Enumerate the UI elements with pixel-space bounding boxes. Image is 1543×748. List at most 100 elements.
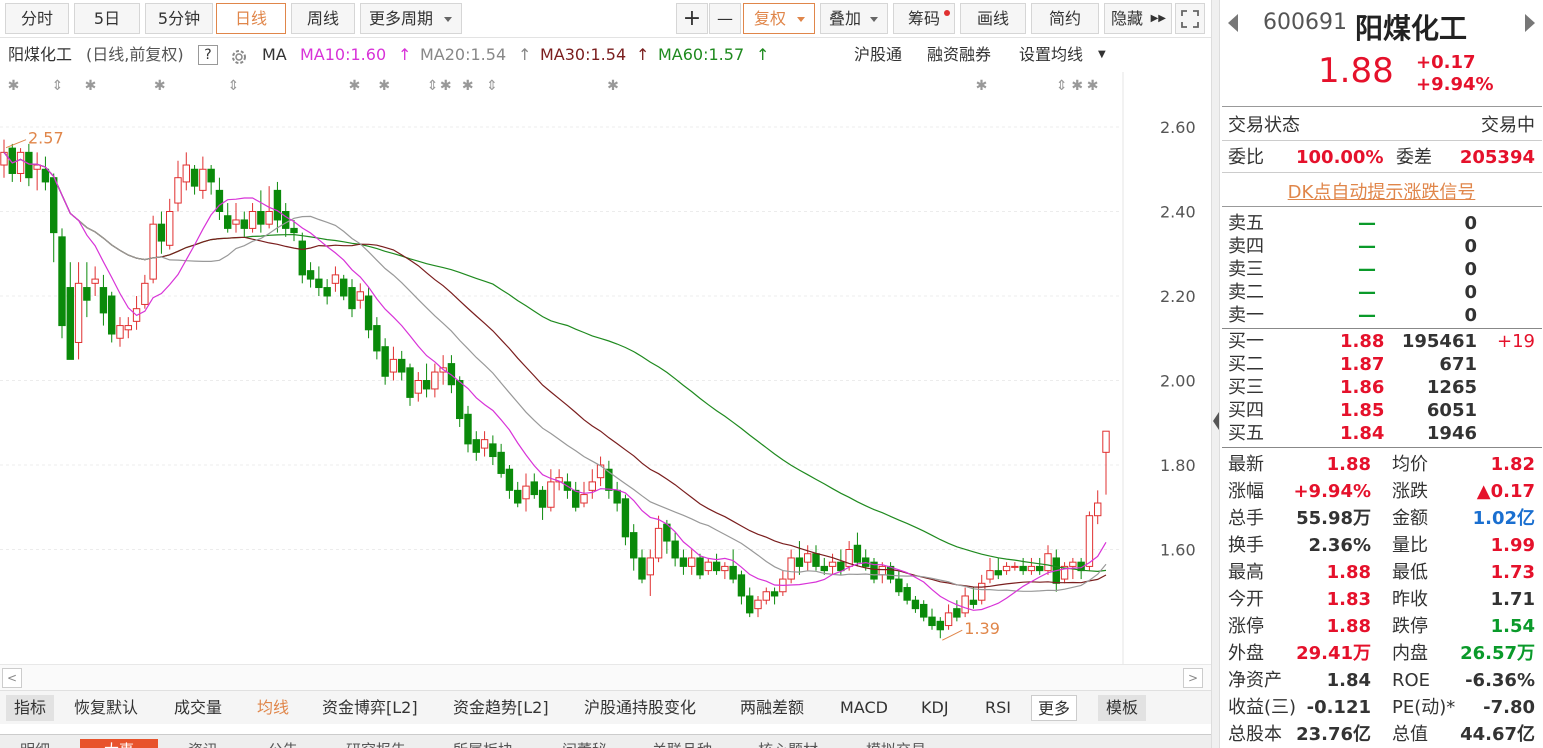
indicator-fund-game[interactable]: 资金博弈[L2] bbox=[322, 695, 418, 721]
bid-price: 1.87 bbox=[1340, 354, 1385, 375]
prev-stock-icon[interactable] bbox=[1228, 14, 1238, 32]
weicha-value: 205394 bbox=[1459, 147, 1535, 168]
kline-svg: 2.602.402.202.001.801.602.571.39✱ ⇕ ✱ ✱ ⇕ ✱ ✱ ⇕… bbox=[0, 72, 1196, 664]
bottom-tab-simulated[interactable]: 模拟交易 bbox=[866, 739, 926, 748]
hide-button[interactable]: 隐藏 ▶▶ bbox=[1104, 3, 1172, 34]
collapse-arrow-icon[interactable] bbox=[1213, 412, 1219, 430]
indicator-margin-diff[interactable]: 两融差额 bbox=[740, 695, 804, 721]
candle-body bbox=[25, 151, 33, 179]
draw-line-button[interactable]: 画线 bbox=[960, 3, 1026, 34]
kline-chart[interactable]: 2.60 2.40 2.20 2.00 1.80 1.60 2.57 1.39 ✱ ⇕ ✱ ✱ ⇕ ✱ ✱ ⇕… bbox=[0, 72, 1211, 664]
bottom-tab-news[interactable]: 资讯 bbox=[188, 739, 218, 748]
indicator-fund-trend[interactable]: 资金趋势[L2] bbox=[453, 695, 549, 721]
stat-value: 1.88 bbox=[1326, 616, 1371, 637]
chips-button[interactable]: 筹码 bbox=[893, 3, 955, 34]
ask-row[interactable]: 卖三 — 0 bbox=[1220, 258, 1543, 281]
price-change-pct: +9.94% bbox=[1416, 74, 1494, 95]
overlay-dropdown[interactable]: 叠加 bbox=[820, 3, 888, 34]
candle-body bbox=[944, 612, 953, 627]
candle-body bbox=[895, 578, 903, 593]
bid-price: 1.86 bbox=[1340, 377, 1385, 398]
bid-row[interactable]: 买三 1.86 1265 bbox=[1220, 376, 1543, 399]
candle-body bbox=[630, 532, 638, 559]
next-stock-icon[interactable] bbox=[1525, 14, 1535, 32]
hgt-link[interactable]: 沪股通 bbox=[854, 39, 902, 71]
bottom-tab-reports[interactable]: 研究报告 bbox=[346, 739, 406, 748]
bid-level-label: 买四 bbox=[1228, 400, 1264, 421]
scroll-left-icon[interactable]: < bbox=[2, 668, 22, 688]
zoom-in-button[interactable]: + bbox=[676, 3, 708, 34]
stat-value: 1.84 bbox=[1326, 670, 1371, 691]
ask-row[interactable]: 卖五 — 0 bbox=[1220, 212, 1543, 235]
ask-price: — bbox=[1358, 236, 1376, 257]
indicator-kdj[interactable]: KDJ bbox=[921, 695, 949, 721]
ma60-value: MA60:1.57 bbox=[658, 45, 745, 64]
more-periods-dropdown[interactable]: 更多周期 bbox=[360, 3, 462, 34]
indicator-volume[interactable]: 成交量 bbox=[174, 695, 222, 721]
candle-body bbox=[538, 489, 547, 508]
bottom-tab-events[interactable]: 大事 bbox=[80, 739, 159, 748]
event-marker-icon: ⇕ bbox=[1056, 78, 1068, 94]
candle-body bbox=[83, 287, 91, 301]
simple-mode-button[interactable]: 简约 bbox=[1031, 3, 1099, 34]
indicator-more[interactable]: 更多 bbox=[1031, 695, 1078, 721]
tab-fenshi[interactable]: 分时 bbox=[5, 3, 69, 34]
stat-label: 收益(三) bbox=[1228, 697, 1297, 718]
ask-row[interactable]: 卖一 — 0 bbox=[1220, 304, 1543, 327]
tab-5min[interactable]: 5分钟 bbox=[145, 3, 213, 34]
scroll-right-icon[interactable]: > bbox=[1183, 668, 1203, 688]
bid-row[interactable]: 买一 1.88 195461 +19 bbox=[1220, 330, 1543, 353]
bottom-tab-related[interactable]: 关联品种 bbox=[652, 739, 712, 748]
bottom-tab-notice[interactable]: 公告 bbox=[268, 739, 298, 748]
tab-daily[interactable]: 日线 bbox=[216, 3, 286, 34]
indicator-tab-zhibiao[interactable]: 指标 bbox=[6, 695, 55, 721]
stat-label: 涨跌 bbox=[1392, 481, 1428, 502]
stat-value: 1.71 bbox=[1490, 589, 1535, 610]
candle-body bbox=[613, 489, 621, 504]
ask-row[interactable]: 卖二 — 0 bbox=[1220, 281, 1543, 304]
candle-body bbox=[298, 240, 306, 276]
bid-volume-delta: +19 bbox=[1497, 331, 1535, 352]
bid-row[interactable]: 买五 1.84 1946 bbox=[1220, 422, 1543, 445]
indicator-template[interactable]: 模板 bbox=[1098, 695, 1147, 721]
margin-link[interactable]: 融资融券 bbox=[927, 39, 991, 71]
fuquan-dropdown[interactable]: 复权 bbox=[743, 3, 815, 34]
candle-body bbox=[315, 278, 323, 289]
candle-body bbox=[323, 287, 331, 297]
stat-value: 23.76亿 bbox=[1296, 724, 1371, 745]
set-ma-dropdown[interactable]: 设置均线 bbox=[1019, 39, 1083, 71]
indicator-macd[interactable]: MACD bbox=[840, 695, 888, 721]
chart-mode-label: (日线,前复权) bbox=[86, 45, 184, 64]
chart-horizontal-scrollbar[interactable]: < > bbox=[0, 664, 1211, 690]
indicator-ma[interactable]: 均线 bbox=[257, 695, 289, 721]
fullscreen-button[interactable] bbox=[1175, 3, 1205, 34]
candle-body bbox=[232, 219, 240, 225]
bottom-tab-ask[interactable]: 问董秘 bbox=[562, 739, 607, 748]
bottom-tab-detail[interactable]: 明细 bbox=[20, 739, 50, 748]
dk-signal-link[interactable]: DK点自动提示涨跌信号 bbox=[1220, 178, 1543, 204]
status-value: 交易中 bbox=[1481, 115, 1535, 136]
bid-row[interactable]: 买四 1.85 6051 bbox=[1220, 399, 1543, 422]
quote-panel: 600691 阳煤化工 1.88 +0.17 +9.94% 交易状态 交易中 委… bbox=[1220, 0, 1543, 748]
tab-weekly[interactable]: 周线 bbox=[291, 3, 355, 34]
low-marker-line bbox=[942, 629, 963, 641]
bottom-tab-sectors[interactable]: 所属板块 bbox=[453, 739, 513, 748]
bid-volume: 1265 bbox=[1426, 377, 1477, 398]
bid-row[interactable]: 买二 1.87 671 bbox=[1220, 353, 1543, 376]
candle-body bbox=[978, 582, 986, 601]
indicator-rsi[interactable]: RSI bbox=[985, 695, 1011, 721]
candle-body bbox=[704, 561, 712, 572]
ma30-value: MA30:1.54 bbox=[540, 45, 627, 64]
indicator-hgt-change[interactable]: 沪股通持股变化 bbox=[584, 695, 696, 721]
help-button[interactable]: ? bbox=[198, 45, 218, 65]
zoom-out-button[interactable]: — bbox=[709, 3, 741, 34]
indicator-reset[interactable]: 恢复默认 bbox=[74, 695, 138, 721]
candle-body bbox=[116, 325, 124, 339]
candle-body bbox=[497, 451, 505, 474]
stat-label: 最新 bbox=[1228, 454, 1264, 475]
ask-row[interactable]: 卖四 — 0 bbox=[1220, 235, 1543, 258]
tab-5day[interactable]: 5日 bbox=[74, 3, 140, 34]
candle-body bbox=[837, 561, 845, 572]
bottom-tab-topics[interactable]: 核心题材 bbox=[758, 739, 818, 748]
panel-divider[interactable] bbox=[1211, 0, 1220, 748]
